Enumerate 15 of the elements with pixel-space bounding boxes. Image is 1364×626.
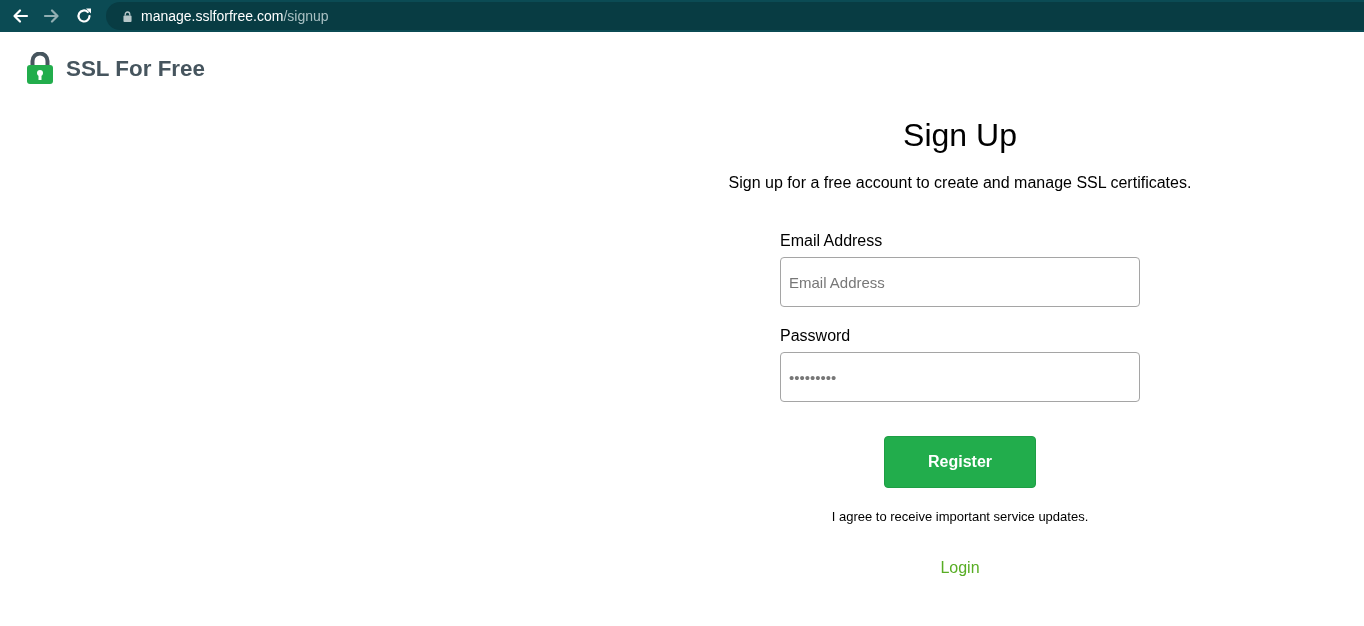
url-text: manage.sslforfree.com/signup [141,6,329,26]
agreement-note: I agree to receive important service updates. [831,508,1089,526]
address-bar[interactable]: manage.sslforfree.com/signup [106,2,1364,30]
padlock-logo-icon [27,52,53,84]
subtitle-text: Sign up for a free account to create and manage SSL certificates. [728,173,1192,193]
lock-icon [123,10,132,22]
left-arrow-icon [11,7,29,25]
logo-text[interactable]: SSL For Free [66,52,205,86]
reload-icon [75,7,93,25]
password-field[interactable]: ••••••••• [780,352,1140,402]
right-arrow-icon [43,7,61,25]
field-label: Password [780,326,852,346]
page-title: Sign Up [903,116,1017,154]
field-label: Email Address [780,231,884,251]
email-field[interactable]: Email Address [780,257,1140,307]
